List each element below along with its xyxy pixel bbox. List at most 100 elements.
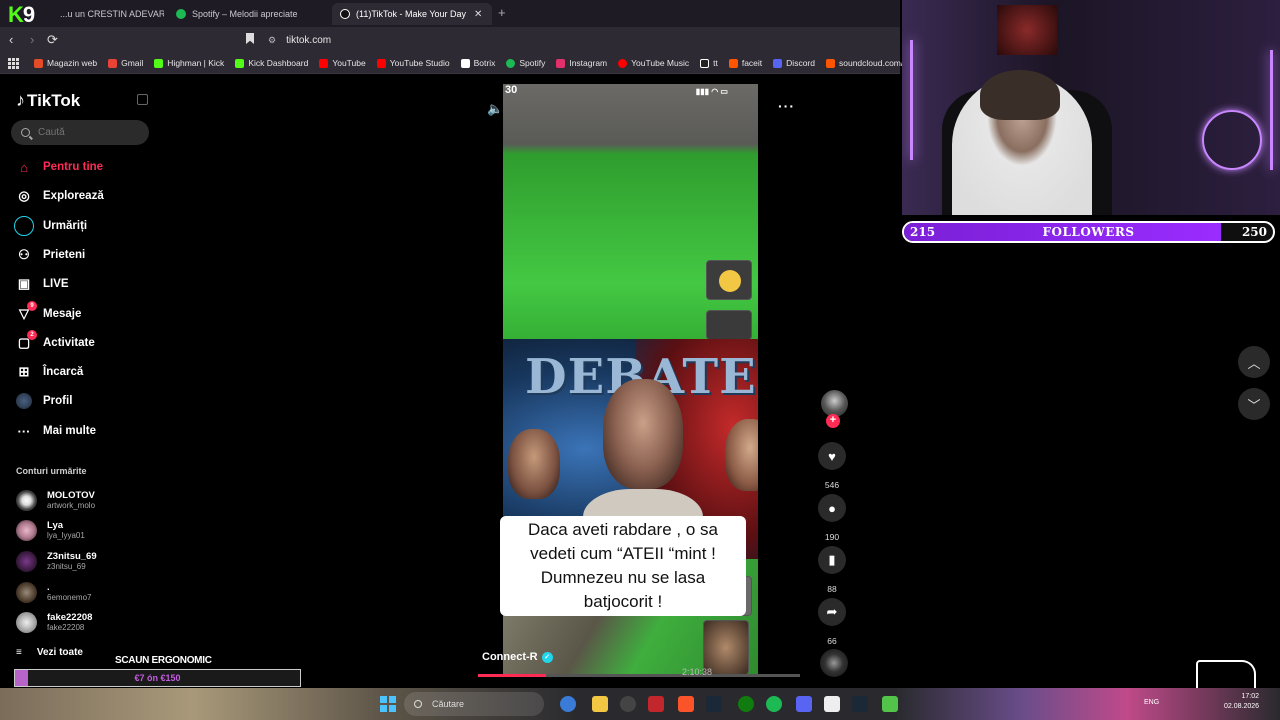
language-indicator[interactable]: ENG [1144,699,1159,706]
messages-icon: ▽ 9 [16,301,37,322]
bookmark-soundcloud[interactable]: soundcloud.com/ [825,58,903,68]
nav-messages[interactable]: ▽ 9 Mesaje [16,301,81,324]
spotify-icon[interactable] [766,696,782,712]
nav-activity[interactable]: ▢ 2 Activitate [16,330,95,353]
url-field[interactable]: ⚙ tiktok.com [268,31,331,49]
nav-more[interactable]: ··· Mai multe [16,421,97,441]
person-face [725,419,758,491]
kick-logo[interactable]: K9 [8,2,35,28]
person-face [603,379,683,489]
previous-video-button[interactable]: ︿ [1238,346,1270,378]
creator-avatar[interactable] [821,390,848,417]
steam-icon[interactable] [852,696,868,712]
apps-grid-icon[interactable] [8,58,19,69]
tiktok-icon [700,58,710,68]
avatar [16,520,37,541]
close-tab-icon[interactable]: ✕ [474,9,482,20]
app-icon[interactable] [824,696,840,712]
app-icon[interactable] [882,696,898,712]
system-clock[interactable]: 17:02 02.08.2026 [1224,692,1259,712]
bookmark-tt[interactable]: tt [700,58,718,68]
discord-icon[interactable] [796,696,812,712]
following-item[interactable]: Lya lya_lyya01 [16,520,85,541]
search-box[interactable] [11,120,149,145]
file-explorer-icon[interactable] [592,696,608,712]
bookmark-gmail[interactable]: Gmail [108,58,143,68]
volume-icon[interactable]: 🔈 [487,101,503,117]
following-item[interactable]: MOLOTOV artwork_molo [16,490,95,511]
nav-friends[interactable]: ⚇ Prieteni [16,245,85,265]
video-progress-bar[interactable] [478,674,800,677]
following-item[interactable]: fake22208 fake22208 [16,612,92,633]
heart-icon[interactable]: ♥ [818,442,846,470]
music-disc-icon[interactable] [820,649,848,677]
save-action[interactable]: ▮ 88 [818,546,846,594]
chevron-up-icon: ︿ [1247,355,1261,371]
nav-following[interactable]: Urmăriți [14,216,87,236]
following-item[interactable]: Z3nitsu_69 z3nitsu_69 [16,551,97,572]
youtube-icon [319,58,329,68]
app-icon[interactable] [648,696,664,712]
taskbar-search[interactable]: Căutare [404,692,544,716]
bookmark-spotify[interactable]: Spotify [506,58,545,68]
tab-spotify[interactable]: Spotify – Melodii apreciate [168,3,328,25]
bookmark-faceit[interactable]: faceit [728,58,762,68]
nav-for-you[interactable]: ⌂ Pentru tine [16,157,103,177]
bookmark-icon[interactable] [246,33,254,44]
video-greenscreen-region: 30 ▮▮▮ ◠ ▭ [503,84,758,339]
bookmark-discord[interactable]: Discord [773,58,815,68]
nav-live[interactable]: ▣ LIVE [16,274,69,294]
bookmark-magazin[interactable]: Magazin web [34,58,97,68]
next-video-button[interactable]: ﹀ [1238,388,1270,420]
tab-tiktok[interactable]: (11)TikTok - Make Your Day ✕ [332,3,492,25]
tab-crestin[interactable]: ...u un CRESTIN ADEVARAT ca [52,3,164,25]
video-author[interactable]: Connect-R ✓ [482,651,553,663]
list-icon: ≡ [16,647,22,658]
obs-icon[interactable] [620,696,636,712]
windows-start-icon[interactable] [380,696,396,712]
bookmark-youtube-music[interactable]: YouTube Music [618,58,689,68]
following-item[interactable]: . 6emonemo7 [16,582,91,603]
search-input[interactable] [38,127,138,138]
xbox-icon[interactable] [738,696,754,712]
collapse-sidebar-icon[interactable] [137,94,148,105]
forward-icon[interactable]: › [30,32,34,47]
bookmark-highman-kick[interactable]: Highman | Kick [154,58,224,68]
chrome-icon[interactable] [560,696,576,712]
instagram-icon [556,58,566,68]
share-action[interactable]: ➦ 66 [818,598,846,646]
tiktok-logo[interactable]: ♪ TikTok [16,90,80,111]
messages-badge: 9 [27,301,37,311]
share-icon[interactable]: ➦ [818,598,846,626]
video-caption: Daca aveti rabdare , o sa vedeti cum “AT… [500,516,746,616]
profile-avatar-icon [16,393,32,409]
verified-badge-icon: ✓ [541,651,553,663]
bookmark-youtube-studio[interactable]: YouTube Studio [376,58,450,68]
site-info-icon[interactable]: ⚙ [268,35,276,46]
comment-action[interactable]: ● 190 [818,494,846,542]
nav-profile[interactable]: Profil [16,391,72,411]
brave-icon[interactable] [678,696,694,712]
pentagram-decoration [1202,110,1262,170]
bookmark-save-icon[interactable]: ▮ [818,546,846,574]
tab-label: Spotify – Melodii apreciate [192,9,298,19]
nav-upload[interactable]: ⊞ Încarcă [16,362,84,382]
comment-icon[interactable]: ● [818,494,846,522]
bookmark-kick-dashboard[interactable]: Kick Dashboard [235,58,308,68]
like-action[interactable]: ♥ 546 [818,442,846,490]
bookmark-youtube[interactable]: YouTube [319,58,366,68]
search-icon [21,128,30,137]
bookmark-instagram[interactable]: Instagram [556,58,607,68]
store-icon [34,58,43,68]
see-all-link[interactable]: ≡ Vezi toate [16,647,83,658]
more-options-icon[interactable]: ··· [778,98,795,114]
back-icon[interactable]: ‹ [9,32,13,47]
follow-plus-button[interactable]: + [826,414,840,428]
reload-icon[interactable]: ⟳ [47,32,58,48]
nav-explore[interactable]: ◎ Explorează [16,186,103,206]
new-tab-button[interactable]: + [498,5,506,20]
spotify-icon [176,9,186,19]
bookmark-botrix[interactable]: Botrix [460,58,495,68]
like-count: 546 [824,480,840,490]
steam-icon[interactable] [706,696,722,712]
